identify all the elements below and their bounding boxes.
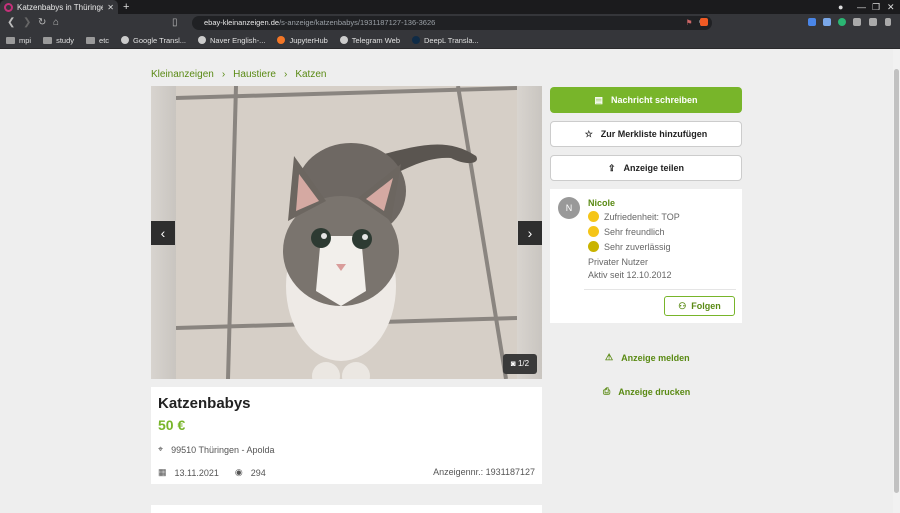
location-pin-icon: ⌖ — [158, 444, 164, 454]
close-tab-icon[interactable]: ✕ — [107, 3, 114, 12]
profile-icon[interactable]: ● — [838, 0, 843, 14]
tab-title: Katzenbabys in Thüringen — [17, 2, 104, 12]
divider — [584, 289, 736, 290]
folder-icon — [86, 36, 96, 44]
chevron-right-icon: › — [221, 69, 226, 80]
reliable-badge: Sehr zuverlässig — [588, 241, 671, 252]
browser-tab[interactable]: Katzenbabys in Thüringen ✕ — [0, 0, 118, 14]
reading-list-icon[interactable] — [869, 18, 877, 26]
folder-icon — [6, 36, 15, 44]
home-icon[interactable]: ⌂ — [53, 16, 59, 30]
seller-active-since: Aktiv seit 12.10.2012 — [588, 270, 672, 280]
browser-tab-bar: Katzenbabys in Thüringen ✕ + ● — ❐ ✕ — [0, 0, 900, 14]
printer-icon: ⎙ — [603, 386, 611, 396]
globe-icon — [198, 36, 206, 44]
ad-info-card: Katzenbabys 50 € ⌖ 99510 Thüringen - Apo… — [151, 387, 542, 484]
ad-number: Anzeigennr.: 1931187127 — [433, 467, 535, 477]
reliable-icon — [588, 241, 599, 252]
calendar-icon: ▦ — [158, 467, 167, 477]
chevron-left-icon: ‹ — [160, 225, 166, 241]
kitten-photo[interactable] — [176, 86, 517, 379]
follow-user-icon: ⚇ — [678, 300, 687, 311]
minimize-icon[interactable]: — — [857, 0, 866, 14]
address-bar[interactable]: ebay-kleinanzeigen.de/s-anzeige/katzenba… — [192, 16, 712, 30]
camera-icon: ◙ — [510, 359, 516, 368]
bookmark-item[interactable]: Naver English-... — [198, 36, 265, 45]
scrollbar-thumb[interactable] — [894, 69, 899, 493]
share-ad-button[interactable]: ⇪ Anzeige teilen — [550, 155, 742, 181]
breadcrumb-kleinanzeigen[interactable]: Kleinanzeigen — [151, 69, 214, 80]
seller-type: Privater Nutzer — [588, 257, 649, 267]
bookmark-item[interactable]: Telegram Web — [339, 36, 400, 45]
share-icon: ⇪ — [607, 162, 616, 173]
globe-icon — [339, 36, 348, 44]
breadcrumb: Kleinanzeigen › Haustiere › Katzen — [151, 69, 326, 80]
bookmark-item[interactable]: etc — [86, 36, 109, 45]
image-counter: ◙ 1/2 — [503, 354, 537, 374]
deepl-icon — [412, 36, 421, 44]
new-tab-icon[interactable]: + — [123, 0, 129, 14]
extensions-puzzle-icon[interactable] — [853, 18, 861, 26]
jupyter-icon — [277, 36, 286, 44]
folder-icon — [43, 36, 53, 44]
brave-shield-icon[interactable] — [700, 18, 708, 26]
ad-price: 50 € — [158, 417, 186, 433]
image-gallery: ‹ › ◙ 1/2 — [151, 86, 542, 379]
add-to-watchlist-button[interactable]: ☆ Zur Merkliste hinzufügen — [550, 121, 742, 147]
satisfaction-badge: Zufriedenheit: TOP — [588, 211, 680, 222]
warning-icon: ⚠ — [605, 352, 614, 362]
translate-icon[interactable]: ⚑ — [686, 16, 693, 30]
back-icon[interactable]: ❮ — [7, 16, 15, 30]
close-window-icon[interactable]: ✕ — [887, 0, 895, 14]
bookmark-page-icon[interactable]: ▯ — [172, 16, 178, 30]
bookmark-item[interactable]: JupyterHub — [277, 36, 328, 45]
ad-date: 13.11.2021 — [174, 467, 219, 478]
gallery-next-button[interactable]: › — [518, 221, 542, 245]
url-path: /s-anzeige/katzenbabys/1931187127-136-36… — [279, 18, 436, 27]
smiley-icon — [588, 211, 599, 222]
report-ad-link[interactable]: ⚠ Anzeige melden — [605, 352, 690, 363]
star-icon: ☆ — [584, 128, 593, 139]
seller-name[interactable]: Nicole — [588, 198, 615, 208]
forward-icon[interactable]: ❯ — [23, 16, 31, 30]
bookmark-item[interactable]: mpi — [6, 36, 31, 45]
bookmark-item[interactable]: Google Transl... — [121, 36, 186, 45]
bookmark-item[interactable]: study — [43, 36, 74, 45]
gallery-prev-button[interactable]: ‹ — [151, 221, 175, 245]
restore-icon[interactable]: ❐ — [872, 0, 880, 14]
bookmark-item[interactable]: DeepL Transla... — [412, 36, 479, 45]
extension-grammarly-icon[interactable] — [838, 18, 846, 26]
ad-meta: ▦ 13.11.2021 ◉ 294 — [158, 467, 266, 478]
friendly-icon — [588, 226, 599, 237]
eye-icon: ◉ — [234, 467, 243, 477]
extension-translate-icon[interactable] — [808, 18, 816, 26]
breadcrumb-katzen[interactable]: Katzen — [295, 69, 326, 80]
extension-doc-icon[interactable] — [823, 18, 831, 26]
avatar[interactable]: N — [558, 197, 580, 219]
description-card — [151, 505, 542, 513]
follow-button[interactable]: ⚇ Folgen — [664, 296, 735, 316]
ad-views: ◉ 294 — [234, 467, 266, 478]
url-domain: ebay-kleinanzeigen.de — [204, 18, 280, 27]
tab-favicon-icon — [4, 2, 13, 12]
chevron-right-icon: › — [283, 69, 288, 80]
ad-location: ⌖ 99510 Thüringen - Apolda — [158, 444, 275, 455]
bookmarks-bar: mpi study etc Google Transl... Naver Eng… — [0, 32, 900, 49]
chevron-right-icon: › — [527, 225, 533, 241]
print-ad-link[interactable]: ⎙ Anzeige drucken — [603, 386, 690, 397]
browser-toolbar: ❮ ❯ ↻ ⌂ ▯ ebay-kleinanzeigen.de/s-anzeig… — [0, 14, 900, 32]
globe-icon — [121, 36, 130, 44]
menu-icon[interactable] — [885, 18, 891, 26]
reload-icon[interactable]: ↻ — [38, 16, 46, 30]
write-message-button[interactable]: ▤ Nachricht schreiben — [550, 87, 742, 113]
ad-title: Katzenbabys — [158, 395, 251, 412]
kitten-image — [176, 86, 517, 379]
seller-card: N Nicole Zufriedenheit: TOP Sehr freundl… — [550, 189, 742, 323]
page-scrollbar[interactable] — [893, 49, 900, 513]
breadcrumb-haustiere[interactable]: Haustiere — [233, 69, 276, 80]
friendly-badge: Sehr freundlich — [588, 226, 665, 237]
message-icon: ▤ — [594, 94, 603, 105]
